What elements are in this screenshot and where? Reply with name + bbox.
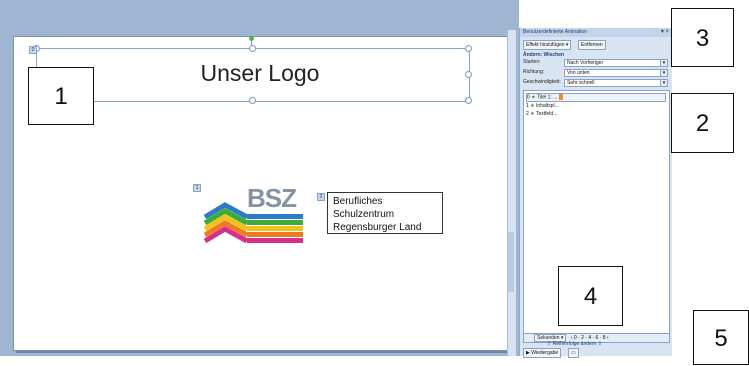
arrow-down-icon[interactable]: ⇩ xyxy=(598,341,602,347)
callout-5: 5 xyxy=(693,310,749,365)
item-label: Inhaltspl... xyxy=(536,103,559,109)
reorder-label: Reihenfolge ändern xyxy=(552,341,597,347)
school-name-textbox[interactable]: Berufliches Schulzentrum Regensburger La… xyxy=(327,192,443,234)
speed-label: Geschwindigkeit: xyxy=(523,79,561,85)
resize-handle[interactable] xyxy=(465,45,472,52)
item-label: Textfeld... xyxy=(535,111,558,117)
start-select[interactable]: Nach Vorheriger ▾ xyxy=(564,59,668,67)
play-button[interactable]: ▶ Wiedergabe xyxy=(523,348,562,358)
play-icon: ▶ xyxy=(526,350,530,356)
callout-1: 1 xyxy=(28,67,94,125)
callout-4: 4 xyxy=(558,266,623,326)
animation-item[interactable]: 0 ★ Titel 1: ... xyxy=(526,93,666,103)
callout-3: 3 xyxy=(671,8,734,67)
remove-button[interactable]: Entfernen xyxy=(578,40,606,50)
resize-handle[interactable] xyxy=(465,97,472,104)
animation-tag[interactable]: 1 xyxy=(193,184,201,192)
play-label: Wiedergabe xyxy=(531,350,559,356)
slide-show-button[interactable]: ▭ xyxy=(568,348,579,358)
item-number: 1 xyxy=(526,103,529,109)
item-number: 2 xyxy=(526,111,529,117)
animation-item[interactable]: 2 ★ Textfeld... xyxy=(526,111,557,118)
logo-wordmark: BSZ xyxy=(247,183,297,213)
bsz-logo-image[interactable]: BSZ xyxy=(203,183,308,244)
item-label: Titel 1: ... xyxy=(536,94,558,101)
direction-value: Von unten xyxy=(567,70,590,76)
chevron-down-icon: ▾ xyxy=(660,70,667,76)
start-label: Starten: xyxy=(523,59,541,65)
pane-close-icon[interactable]: ▾ × xyxy=(661,28,669,37)
reorder-control[interactable]: ⇧ Reihenfolge ändern ⇩ xyxy=(547,341,602,347)
pane-title: Benutzerdefinierte Animation xyxy=(520,28,672,37)
animation-item[interactable]: 1 ★ Inhaltspl... xyxy=(526,103,559,110)
direction-select[interactable]: Von unten ▾ xyxy=(564,69,668,77)
add-effect-button[interactable]: Effekt hinzufügen ▾ xyxy=(523,40,572,50)
speed-value: Sehr schnell xyxy=(567,80,595,86)
chevron-down-icon: ▾ xyxy=(660,60,667,66)
resize-handle[interactable] xyxy=(249,97,256,104)
textbox-line: Schulzentrum xyxy=(333,209,395,220)
arrow-up-icon[interactable]: ⇧ xyxy=(547,341,551,347)
direction-label: Richtung: xyxy=(523,69,545,75)
effect-star-icon: ★ xyxy=(530,111,535,117)
callout-2: 2 xyxy=(671,93,734,153)
speed-select[interactable]: Sehr schnell ▾ xyxy=(564,79,668,87)
effect-star-icon: ★ xyxy=(530,103,535,109)
animation-tag[interactable]: 2 xyxy=(317,193,325,201)
timing-bar xyxy=(558,94,563,100)
change-section-heading: Ändern: Wischen xyxy=(523,52,565,58)
item-number: 0 xyxy=(527,94,530,101)
resize-handle[interactable] xyxy=(465,71,472,78)
textbox-line: Regensburger Land xyxy=(333,222,422,233)
effect-star-icon: ★ xyxy=(531,94,536,101)
rotation-handle[interactable] xyxy=(249,36,254,41)
resize-handle[interactable] xyxy=(249,45,256,52)
vertical-scrollbar[interactable] xyxy=(507,30,516,356)
chevron-down-icon: ▾ xyxy=(660,80,667,86)
animation-tag[interactable]: 0 xyxy=(29,46,37,54)
scrollbar-thumb[interactable] xyxy=(508,232,514,292)
slide-title[interactable]: Unser Logo xyxy=(160,60,360,87)
textbox-line: Berufliches xyxy=(333,196,383,207)
start-value: Nach Vorheriger xyxy=(567,60,604,66)
